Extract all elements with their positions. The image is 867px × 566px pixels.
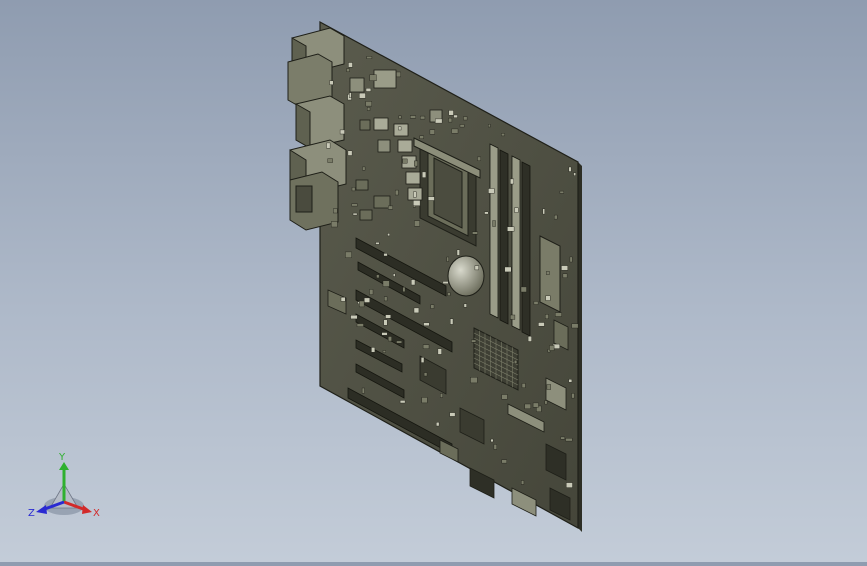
- x-axis-label: X: [93, 508, 100, 519]
- z-axis-label: Z: [28, 508, 35, 519]
- y-axis-arrow: [59, 462, 69, 470]
- x-axis-arrow: [82, 505, 92, 514]
- cmos-battery: [447, 255, 485, 297]
- y-axis-label: Y: [58, 452, 66, 463]
- motherboard-model[interactable]: [0, 0, 867, 562]
- cad-viewport[interactable]: Y X Z: [0, 0, 867, 562]
- axis-triad: Y X Z: [28, 452, 100, 519]
- z-axis-arrow: [36, 505, 47, 514]
- rear-io-ports: [287, 27, 347, 231]
